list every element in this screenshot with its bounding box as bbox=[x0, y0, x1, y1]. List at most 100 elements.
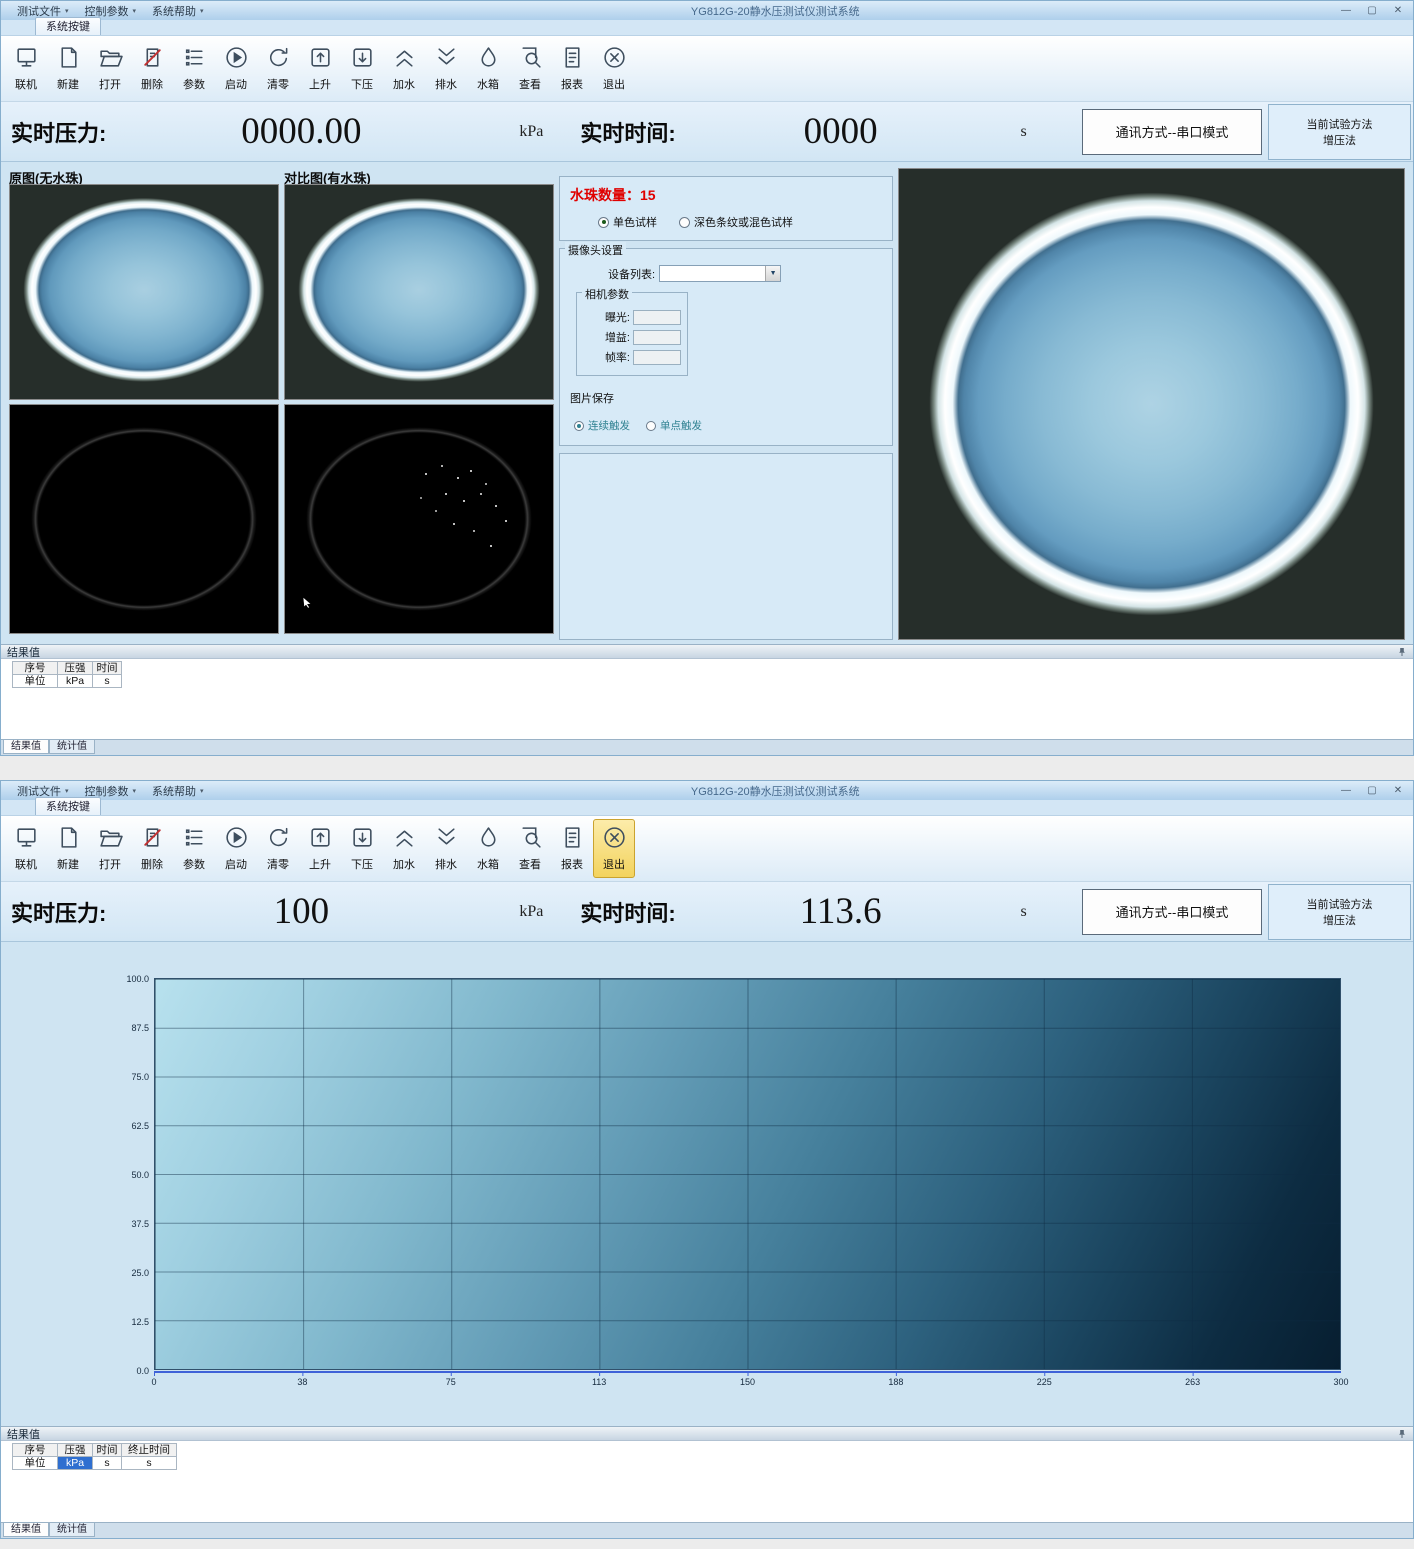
results-tab[interactable]: 结果值 bbox=[3, 740, 49, 754]
x-axis-tick-label: 113 bbox=[589, 1377, 609, 1387]
toolbar-button-label: 报表 bbox=[561, 76, 583, 92]
report-icon bbox=[560, 825, 585, 853]
param-input[interactable] bbox=[633, 330, 681, 345]
toolbar-button[interactable]: 删除 bbox=[131, 39, 173, 98]
toolbar-button-label: 参数 bbox=[183, 856, 205, 872]
maximize-button[interactable]: ▢ bbox=[1365, 785, 1379, 796]
toolbar-button-label: 打开 bbox=[99, 856, 121, 872]
chevron-down-icon: ▾ bbox=[133, 7, 137, 15]
toolbar-button[interactable]: 排水 bbox=[425, 39, 467, 98]
toolbar-button[interactable]: 清零 bbox=[257, 819, 299, 878]
toolbar-button[interactable]: 查看 bbox=[509, 819, 551, 878]
toolbar-button[interactable]: 下压 bbox=[341, 39, 383, 98]
test-method-button[interactable]: 当前试验方法 增压法 bbox=[1268, 884, 1411, 940]
toolbar-button[interactable]: 报表 bbox=[551, 39, 593, 98]
pressure-value: 100 bbox=[106, 890, 496, 933]
empty-panel bbox=[559, 453, 893, 640]
toolbar-button[interactable]: 清零 bbox=[257, 39, 299, 98]
toolbar-button-label: 清零 bbox=[267, 76, 289, 92]
trigger-radio[interactable]: 连续触发 bbox=[574, 418, 630, 433]
ribbon-tab-row: 系统按键 bbox=[1, 800, 1413, 816]
results-column-header: 序号 bbox=[12, 1443, 58, 1457]
toolbar-button[interactable]: 新建 bbox=[47, 39, 89, 98]
ribbon-tab-system-keys[interactable]: 系统按键 bbox=[35, 797, 101, 815]
device-list-dropdown[interactable]: ▼ bbox=[659, 265, 781, 282]
results-header-row: 序号压强时间终止时间 bbox=[13, 1444, 1413, 1457]
toolbar-button[interactable]: 参数 bbox=[173, 819, 215, 878]
menu-item[interactable]: 系统帮助 ▾ bbox=[144, 783, 212, 799]
close-button[interactable]: ✕ bbox=[1391, 785, 1405, 796]
toolbar-button[interactable]: 启动 bbox=[215, 39, 257, 98]
results-tab[interactable]: 统计值 bbox=[49, 1523, 95, 1537]
original-image-column: 原图(无水珠) bbox=[9, 168, 279, 640]
minimize-button[interactable]: — bbox=[1339, 5, 1353, 16]
toolbar-button-label: 清零 bbox=[267, 856, 289, 872]
comm-mode-button[interactable]: 通讯方式--串口模式 bbox=[1082, 109, 1262, 155]
maximize-button[interactable]: ▢ bbox=[1365, 5, 1379, 16]
toolbar-button[interactable]: 删除 bbox=[131, 819, 173, 878]
folder-icon bbox=[98, 825, 123, 853]
sample-type-radio[interactable]: 深色条纹或混色试样 bbox=[679, 214, 793, 230]
pin-icon[interactable] bbox=[1397, 1429, 1407, 1439]
toolbar-button-label: 联机 bbox=[15, 76, 37, 92]
results-unit-cell: kPa bbox=[57, 674, 93, 688]
x-axis-tick-label: 150 bbox=[738, 1377, 758, 1387]
x-axis-tick-label: 0 bbox=[144, 1377, 164, 1387]
toolbar-button[interactable]: 退出 bbox=[593, 819, 635, 878]
device-list-label: 设备列表: bbox=[608, 266, 655, 282]
y-axis-tick-label: 12.5 bbox=[131, 1317, 149, 1327]
toolbar-button[interactable]: 打开 bbox=[89, 39, 131, 98]
param-input[interactable] bbox=[633, 350, 681, 365]
title-bar: 测试文件 ▾ 控制参数 ▾ 系统帮助 ▾ YG812G-20静水压测试仪测试系统… bbox=[1, 1, 1413, 20]
toolbar-button[interactable]: 报表 bbox=[551, 819, 593, 878]
trigger-radio[interactable]: 单点触发 bbox=[646, 418, 702, 433]
y-axis-tick-label: 87.5 bbox=[131, 1023, 149, 1033]
results-tab[interactable]: 统计值 bbox=[49, 740, 95, 754]
toolbar-button-label: 启动 bbox=[225, 76, 247, 92]
minimize-button[interactable]: — bbox=[1339, 785, 1353, 796]
toolbar-button-label: 下压 bbox=[351, 76, 373, 92]
toolbar-button[interactable]: 加水 bbox=[383, 819, 425, 878]
pin-icon[interactable] bbox=[1397, 647, 1407, 657]
toolbar-button[interactable]: 退出 bbox=[593, 39, 635, 98]
toolbar-button-label: 查看 bbox=[519, 856, 541, 872]
test-method-button[interactable]: 当前试验方法 增压法 bbox=[1268, 104, 1411, 160]
toolbar-button[interactable]: 联机 bbox=[5, 819, 47, 878]
toolbar-button[interactable]: 水箱 bbox=[467, 819, 509, 878]
toolbar-button[interactable]: 打开 bbox=[89, 819, 131, 878]
toolbar-button-label: 加水 bbox=[393, 856, 415, 872]
x-axis-tick-label: 263 bbox=[1183, 1377, 1203, 1387]
toolbar-button[interactable]: 新建 bbox=[47, 819, 89, 878]
exit-icon bbox=[602, 825, 627, 853]
chevron-down-icon: ▾ bbox=[65, 7, 69, 15]
live-camera-image bbox=[898, 168, 1405, 640]
toolbar-button-label: 上升 bbox=[309, 856, 331, 872]
param-input[interactable] bbox=[633, 310, 681, 325]
toolbar-button-label: 上升 bbox=[309, 76, 331, 92]
toolbar-button[interactable]: 参数 bbox=[173, 39, 215, 98]
close-button[interactable]: ✕ bbox=[1391, 5, 1405, 16]
toolbar-button[interactable]: 查看 bbox=[509, 39, 551, 98]
results-column-header: 压强 bbox=[57, 1443, 93, 1457]
menu-item[interactable]: 系统帮助 ▾ bbox=[144, 3, 212, 19]
sample-type-radio[interactable]: 单色试样 bbox=[598, 214, 657, 230]
comm-mode-button[interactable]: 通讯方式--串口模式 bbox=[1082, 889, 1262, 935]
toolbar-button[interactable]: 加水 bbox=[383, 39, 425, 98]
chevron-down-icon[interactable]: ▼ bbox=[765, 266, 780, 281]
toolbar-button[interactable]: 联机 bbox=[5, 39, 47, 98]
toolbar-button[interactable]: 排水 bbox=[425, 819, 467, 878]
chevron-down-icon: ▾ bbox=[133, 787, 137, 795]
toolbar-button-label: 退出 bbox=[603, 856, 625, 872]
y-axis-labels: 100.087.575.062.550.037.525.012.50.0 bbox=[106, 978, 154, 1370]
ribbon-tab-system-keys[interactable]: 系统按键 bbox=[35, 17, 101, 35]
toolbar-button[interactable]: 启动 bbox=[215, 819, 257, 878]
toolbar-button[interactable]: 上升 bbox=[299, 39, 341, 98]
test-method-line2: 增压法 bbox=[1323, 132, 1356, 148]
toolbar-button[interactable]: 下压 bbox=[341, 819, 383, 878]
results-tab[interactable]: 结果值 bbox=[3, 1523, 49, 1537]
y-axis-tick-label: 0.0 bbox=[136, 1366, 149, 1376]
param-row: 帧率: bbox=[583, 349, 681, 365]
toolbar-button[interactable]: 水箱 bbox=[467, 39, 509, 98]
toolbar-button[interactable]: 上升 bbox=[299, 819, 341, 878]
toolbar-button-label: 水箱 bbox=[477, 856, 499, 872]
